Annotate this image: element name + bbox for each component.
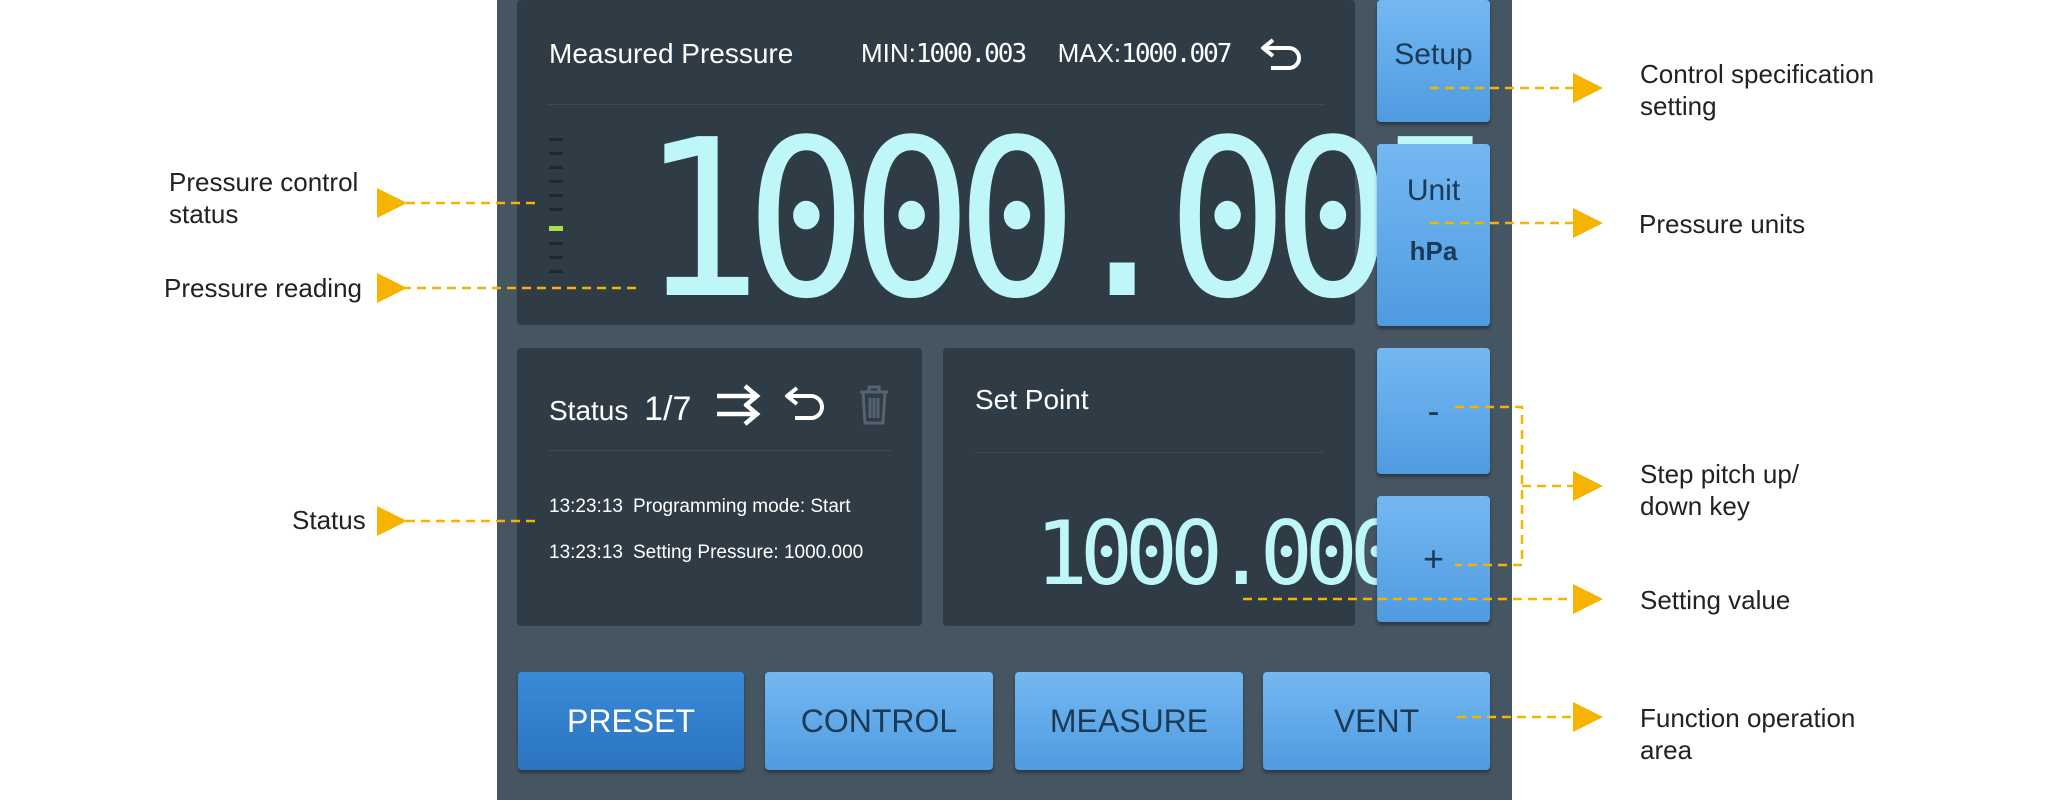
status-log-entry: 13:23:13 Setting Pressure: 1000.000 [549, 542, 863, 564]
annotation-line-2: down key [1640, 491, 1750, 521]
plus-label: + [1422, 538, 1445, 579]
annotation-reading: Pressure reading [164, 273, 362, 303]
unit-value: hPa [1409, 236, 1458, 266]
set-point-value[interactable]: 1000.000 [1035, 510, 1403, 598]
annotation-units: Pressure units [1639, 209, 1806, 239]
set-point-divider [975, 452, 1323, 453]
annotation-line-1: Pressure control [169, 167, 359, 197]
annotation-control-status: Pressure control status [169, 166, 358, 230]
annotation-line-1: Step pitch up/ [1640, 459, 1799, 489]
status-panel: Status 1/7 13:23:13 Programming mode: Sta… [517, 348, 922, 626]
annotation-setup: Control specification setting [1640, 58, 1874, 122]
vent-label: VENT [1333, 703, 1420, 739]
max-value: 1000.007 [1121, 39, 1232, 69]
annotation-status: Status [292, 505, 366, 535]
status-led [549, 242, 563, 245]
setup-label: Setup [1394, 38, 1473, 71]
status-led [549, 208, 563, 211]
status-led [549, 166, 563, 169]
control-button[interactable]: CONTROL [765, 672, 993, 770]
preset-label: PRESET [566, 703, 696, 739]
log-text: Programming mode: Start [632, 496, 851, 517]
annotation-function: Function operation area [1640, 702, 1855, 766]
preset-button[interactable]: PRESET [518, 672, 744, 770]
annotation-line-2: setting [1640, 91, 1717, 121]
unit-button[interactable]: Unit hPa [1377, 144, 1490, 326]
status-label: Status [549, 395, 629, 426]
status-led [549, 138, 563, 141]
set-point-title: Set Point [975, 384, 1089, 415]
vent-button[interactable]: VENT [1263, 672, 1490, 770]
measure-button[interactable]: MEASURE [1015, 672, 1243, 770]
measured-pressure-panel: Measured Pressure MIN:1000.003 MAX:1000.… [517, 0, 1499, 330]
status-led-active [549, 226, 563, 231]
status-led [549, 152, 563, 155]
step-up-button[interactable]: + [1377, 496, 1490, 622]
swap-arrows-icon[interactable] [713, 380, 763, 428]
log-text: Setting Pressure: 1000.000 [632, 542, 864, 563]
return-icon[interactable] [1259, 34, 1307, 76]
status-led [549, 256, 563, 259]
annotation-line-2: status [169, 199, 239, 229]
set-point-panel: Set Point 1000.000 [943, 348, 1403, 626]
unit-label: Unit [1406, 174, 1461, 207]
minus-label: - [1427, 390, 1440, 431]
annotation-setting-value: Setting value [1640, 585, 1791, 615]
status-title: Status 1/7 [549, 390, 691, 429]
control-label: CONTROL [800, 703, 958, 739]
measured-pressure-title: Measured Pressure [549, 38, 794, 69]
setup-button[interactable]: Setup [1377, 0, 1490, 122]
annotation-line-1: Function operation [1640, 703, 1856, 733]
pressure-reading: 1000.005 [640, 94, 1499, 347]
status-led [549, 270, 563, 273]
status-led [549, 180, 563, 183]
annotation-line-2: area [1640, 735, 1693, 765]
status-led [549, 194, 563, 197]
log-time: 13:23:13 [549, 542, 623, 563]
min-value: 1000.003 [915, 39, 1027, 69]
status-page-counter: 1/7 [644, 390, 692, 428]
status-divider [549, 450, 891, 451]
min-label: MIN: [861, 38, 916, 68]
annotation-line-1: Control specification [1640, 59, 1875, 89]
trash-icon[interactable] [857, 384, 891, 426]
annotation-step: Step pitch up/ down key [1640, 458, 1799, 522]
undo-icon[interactable] [783, 382, 829, 428]
max-label: MAX: [1057, 38, 1122, 68]
log-time: 13:23:13 [549, 496, 623, 517]
step-down-button[interactable]: - [1377, 348, 1490, 474]
status-log-entry: 13:23:13 Programming mode: Start [549, 496, 851, 518]
min-max-readout: MIN:1000.003 MAX:1000.007 [861, 38, 1232, 69]
measure-label: MEASURE [1049, 703, 1209, 739]
